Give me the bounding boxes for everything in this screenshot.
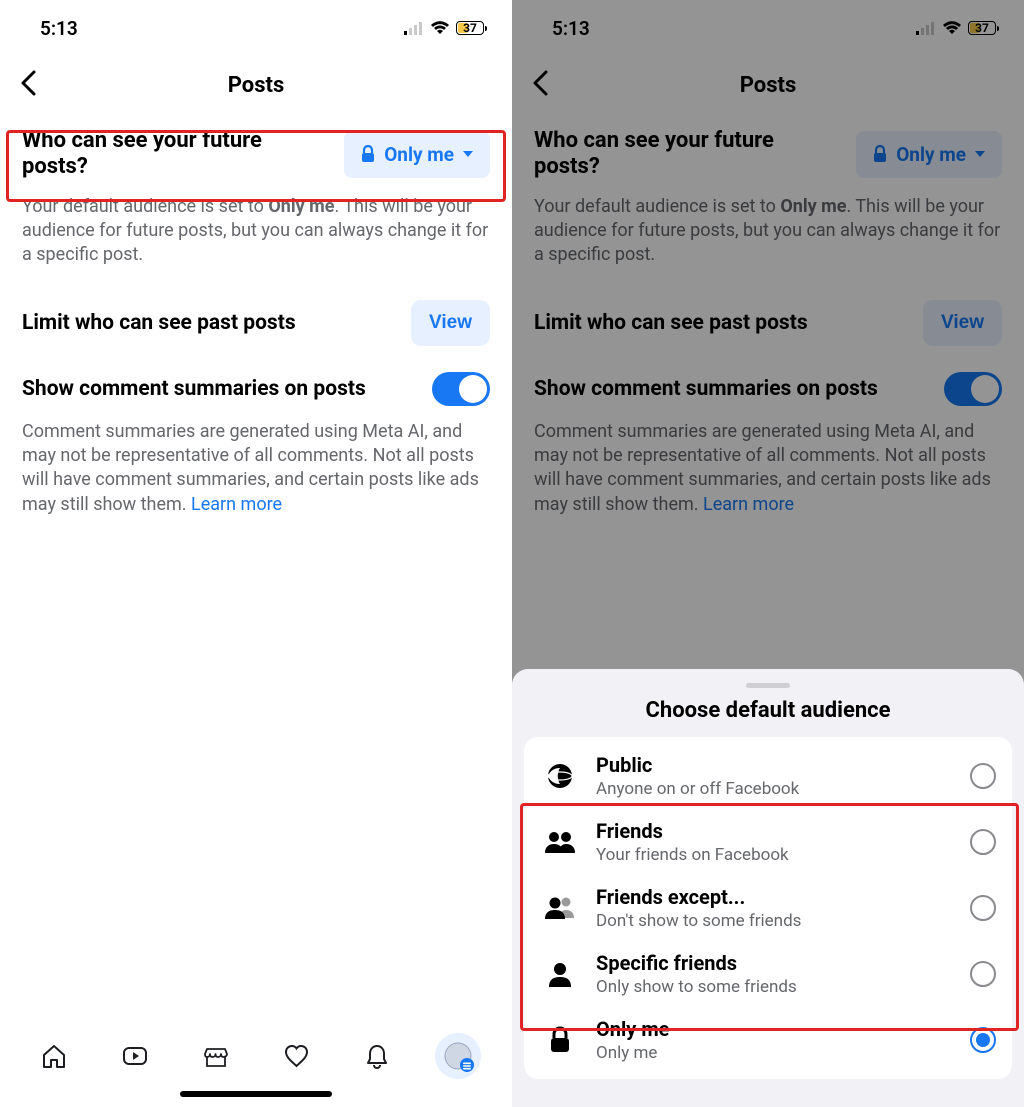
- battery-icon: 37: [456, 21, 484, 35]
- tab-dating[interactable]: [273, 1033, 319, 1079]
- wifi-icon: [430, 21, 450, 35]
- phone-right: 5:13 37 Posts Who can see your fut: [512, 0, 1024, 1107]
- tab-menu[interactable]: [435, 1033, 481, 1079]
- view-button[interactable]: View: [411, 300, 490, 346]
- tab-home[interactable]: [31, 1033, 77, 1079]
- learn-more-link[interactable]: Learn more: [191, 494, 282, 515]
- sheet-grabber[interactable]: [746, 683, 790, 688]
- back-button[interactable]: [20, 70, 36, 100]
- chevron-down-icon: [462, 149, 474, 159]
- comment-summaries-desc: Comment summaries are generated using Me…: [22, 420, 490, 517]
- option-sub: Your friends on Facebook: [596, 845, 954, 865]
- future-posts-row: Who can see your future posts? Only me: [22, 114, 490, 195]
- friends-icon: [540, 829, 580, 855]
- cellular-signal-icon: [404, 21, 424, 35]
- future-posts-heading: Who can see your future posts?: [22, 128, 322, 181]
- home-indicator: [180, 1091, 332, 1097]
- option-title: Specific friends: [596, 951, 954, 975]
- phone-left: 5:13 37 Posts Who can see your fut: [0, 0, 512, 1107]
- tab-marketplace[interactable]: [193, 1033, 239, 1079]
- option-title: Only me: [596, 1017, 954, 1041]
- radio-checked[interactable]: [970, 1027, 996, 1053]
- audience-option-friends[interactable]: Friends Your friends on Facebook: [524, 809, 1012, 875]
- tab-video[interactable]: [112, 1033, 158, 1079]
- option-title: Friends except...: [596, 885, 954, 909]
- radio-unchecked[interactable]: [970, 961, 996, 987]
- audience-sheet: Choose default audience Public Anyone on…: [512, 669, 1024, 1107]
- radio-unchecked[interactable]: [970, 895, 996, 921]
- limit-past-label: Limit who can see past posts: [22, 311, 296, 335]
- option-title: Friends: [596, 819, 954, 843]
- option-sub: Only show to some friends: [596, 977, 954, 997]
- radio-unchecked[interactable]: [970, 829, 996, 855]
- settings-content: Who can see your future posts? Only me Y…: [0, 114, 512, 1107]
- audience-option-specific[interactable]: Specific friends Only show to some frien…: [524, 941, 1012, 1007]
- friends-except-icon: [540, 895, 580, 921]
- person-icon: [540, 960, 580, 988]
- option-title: Public: [596, 753, 954, 777]
- audience-label: Only me: [384, 143, 454, 166]
- comment-summaries-toggle[interactable]: [432, 372, 490, 406]
- lock-icon: [540, 1026, 580, 1054]
- globe-icon: [540, 761, 580, 791]
- option-sub: Anyone on or off Facebook: [596, 779, 954, 799]
- limit-past-row: Limit who can see past posts View: [22, 294, 490, 372]
- sheet-title: Choose default audience: [524, 696, 1012, 737]
- page-title: Posts: [228, 73, 285, 98]
- audience-options-list: Public Anyone on or off Facebook Friends…: [524, 737, 1012, 1079]
- audience-option-friends-except[interactable]: Friends except... Don't show to some fri…: [524, 875, 1012, 941]
- option-sub: Don't show to some friends: [596, 911, 954, 931]
- status-time: 5:13: [40, 17, 78, 40]
- future-posts-desc: Your default audience is set to Only me.…: [22, 195, 490, 294]
- radio-unchecked[interactable]: [970, 763, 996, 789]
- audience-option-public[interactable]: Public Anyone on or off Facebook: [524, 743, 1012, 809]
- option-sub: Only me: [596, 1043, 954, 1063]
- tab-notifications[interactable]: [354, 1033, 400, 1079]
- audience-option-only-me[interactable]: Only me Only me: [524, 1007, 1012, 1073]
- comment-summaries-label: Show comment summaries on posts: [22, 377, 366, 401]
- comment-summaries-row: Show comment summaries on posts: [22, 372, 490, 420]
- status-right: 37: [404, 21, 484, 35]
- lock-icon: [360, 145, 376, 163]
- nav-bar: Posts: [0, 56, 512, 114]
- status-bar: 5:13 37: [0, 0, 512, 56]
- audience-selector-button[interactable]: Only me: [344, 131, 490, 178]
